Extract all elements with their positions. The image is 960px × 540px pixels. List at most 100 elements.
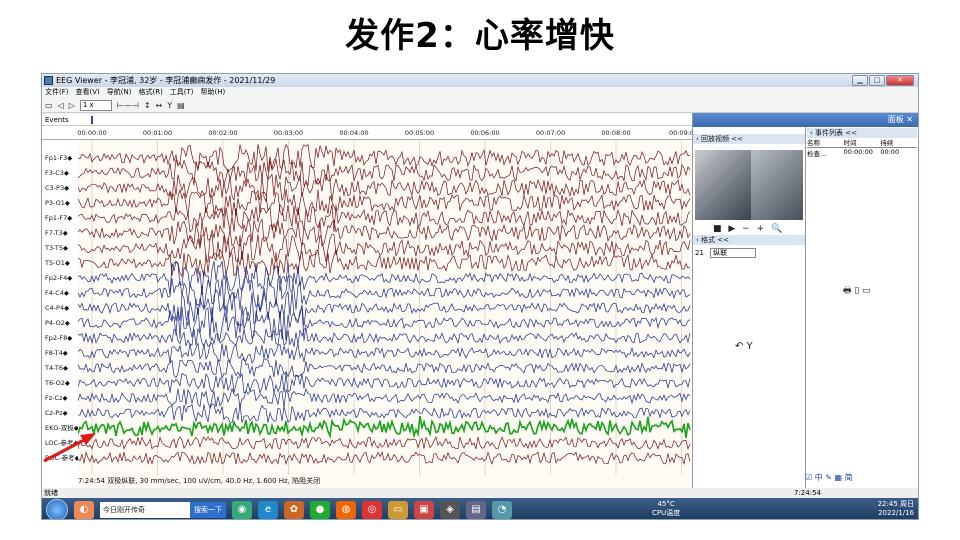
eeg-trace [78,342,691,364]
menu-format[interactable]: 格式(R) [138,87,162,98]
channel-label[interactable]: P3-O1◆ [45,198,70,208]
channel-label[interactable]: Fp2-F4◆ [45,273,72,283]
channel-label[interactable]: Fp2-F8◆ [45,333,72,343]
channel-label[interactable]: T4-T6◆ [45,363,68,373]
eeg-trace [78,403,691,424]
undo-icons[interactable]: ↶ Y [735,341,753,352]
prev-icon[interactable]: ◁ [58,101,64,110]
app-icon [44,76,53,85]
channel-label[interactable]: T3-T5◆ [45,243,68,253]
video-section-header[interactable]: ‹ 回放视频 << [693,134,805,144]
menu-file[interactable]: 文件(F) [45,87,69,98]
doc-icon[interactable]: ▤ [466,500,486,519]
channel-label[interactable]: P4-O2◆ [45,318,70,328]
menu-help[interactable]: 帮助(H) [201,87,226,98]
channel-label[interactable]: F4-C4◆ [45,288,69,298]
close-button[interactable]: ✕ [886,75,914,86]
eeg-app-icon[interactable]: ◈ [440,500,460,519]
video-preview[interactable] [695,150,803,220]
next-icon[interactable]: ▷ [69,101,75,110]
folder-icon[interactable]: ▭ [388,500,408,519]
event-marker[interactable] [91,116,93,124]
app-icon-5[interactable]: ◔ [492,500,512,519]
time-axis[interactable]: 00:00:00 00:01:00 00:02:00 00:03:00 00:04:00… [42,126,694,140]
video-controls[interactable]: ■ ▶ − + 🔍 [713,224,784,234]
channel-label[interactable]: T6-O2◆ [45,378,70,388]
time-tick: 00:01:00 [142,129,173,137]
cpu-temp[interactable]: 45°C CPU温度 [652,500,680,518]
red-arrow-annotation [43,433,96,463]
report-icon[interactable]: ▤ [177,101,185,110]
eeg-trace [78,436,691,450]
channel-label[interactable]: Fz-Cz◆ [45,393,67,403]
channel-label[interactable]: T5-O1◆ [45,258,70,268]
format-row: 21 纵联 [695,248,757,258]
app-icon-1[interactable]: ◐ [74,500,94,519]
cpu-temp-label: CPU温度 [652,509,681,517]
menu-view[interactable]: 查看(V) [76,87,100,98]
cpu-temp-value: 45°C [657,500,675,508]
channel-label[interactable]: C4-P4◆ [45,303,69,313]
print-icons[interactable]: 🖶 ▯ ▭ [843,283,871,299]
format-section-header[interactable]: ‹ 格式 << [693,235,805,245]
chrome-icon[interactable]: ◎ [362,500,382,519]
zoom-select[interactable]: 1 x [79,99,112,111]
filter-icon[interactable]: Y [167,101,172,110]
time-tick: 00:05:00 [404,129,435,137]
time-tick: 00:03:00 [273,129,304,137]
event-time: 00:00:00 [843,148,873,156]
amplitude-icon[interactable]: ↕ [144,101,151,110]
eeg-waveform-plot[interactable] [78,140,692,490]
time-tick: 00:06:00 [470,129,500,137]
taskbar: ◐ 今日刚开传奇 搜索一下 ◉ e ✿ ● ◍ ◎ ▭ ▣ ◈ ▤ ◔ 45°C… [42,498,918,519]
minimize-button[interactable]: ▁ [852,75,868,86]
clock-time: 22:45 周日 [877,500,914,508]
video-frame-1 [695,150,751,220]
ime-toolbar[interactable]: ☑ 中 ✎ ▦ 简 [805,472,853,483]
events-row[interactable]: Events [42,114,692,126]
col-name[interactable]: 名称 [807,137,844,147]
open-icon[interactable]: ▭ [45,101,53,110]
panel-title: 面板 [887,115,904,124]
toolbar: ▭ ◁ ▷ 1 x ⊢—⊣ ↕ ↔ Y ▤ [42,98,918,113]
eeg-trace [78,143,691,172]
start-button[interactable] [46,498,68,519]
search-input[interactable]: 今日刚开传奇 [100,501,190,518]
calibration-icon[interactable]: ⊢—⊣ [117,101,139,110]
menu-navigate[interactable]: 导航(N) [107,87,132,98]
maximize-button[interactable]: □ [869,75,885,86]
app-icon-4[interactable]: ▣ [414,500,434,519]
arrow-shaft [43,437,87,463]
eeg-trace [78,415,691,439]
channel-label[interactable]: C3-P3◆ [45,183,69,193]
wechat-icon[interactable]: ● [310,500,330,519]
firefox-icon[interactable]: ◍ [336,500,356,519]
eeg-trace [78,372,691,395]
channel-label[interactable]: Fp1-F3◆ [45,153,72,163]
app-icon-2[interactable]: ◉ [232,500,252,519]
arrow-head [80,433,96,445]
ie-icon[interactable]: e [258,500,278,519]
timebase-icon[interactable]: ↔ [156,101,163,110]
status-text: 就绪 [44,489,58,497]
channel-label[interactable]: F7-T3◆ [45,228,68,238]
window-titlebar[interactable]: EEG Viewer - 李冠浦, 32岁 - 李冠浦癫痫发作 - 2021/1… [42,74,918,87]
app-icon-3[interactable]: ✿ [284,500,304,519]
time-tick: 00:04:00 [339,129,369,137]
col-duration[interactable]: 持续 [880,137,917,147]
clock-date: 2022/1/16 [878,509,914,517]
table-row[interactable]: 检查... 00:00:00 00:00 [807,148,917,158]
eeg-trace [78,218,691,247]
window-title: EEG Viewer - 李冠浦, 32岁 - 李冠浦癫痫发作 - 2021/1… [56,76,276,85]
menu-tools[interactable]: 工具(T) [170,87,194,98]
recording-settings: 7:24:54 双极纵联, 30 mm/sec, 100 uV/cm, 40.0… [78,477,321,485]
format-select[interactable]: 纵联 [710,248,757,258]
channel-label[interactable]: F3-C3◆ [45,168,69,178]
search-button[interactable]: 搜索一下 [190,501,226,518]
channel-label[interactable]: Fp1-F7◆ [45,213,72,223]
events-label: Events [45,116,69,124]
system-clock[interactable]: 22:45 周日 2022/1/16 [878,500,914,518]
col-time[interactable]: 时间 [844,137,881,147]
channel-label[interactable]: F8-T4◆ [45,348,68,358]
event-table-header: 名称 时间 持续 [807,137,917,148]
